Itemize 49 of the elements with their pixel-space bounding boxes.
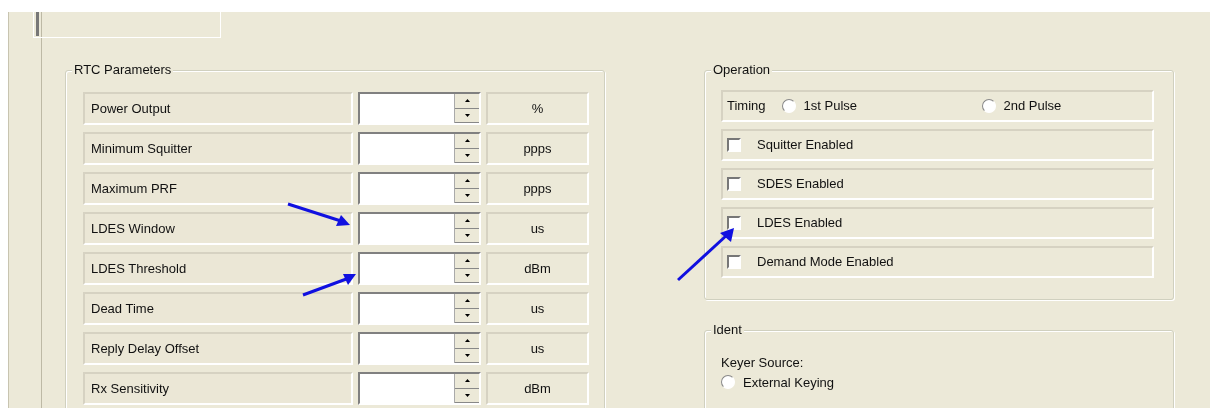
parameter-label: Rx Sensitivity	[83, 372, 353, 405]
spin-field[interactable]	[358, 372, 481, 405]
spin-field[interactable]	[358, 332, 481, 365]
up-arrow-icon	[464, 339, 470, 343]
radio-option[interactable]: 2nd Pulse	[981, 96, 1062, 116]
down-arrow-icon	[464, 233, 470, 237]
down-arrow-icon	[464, 393, 470, 397]
unit-label: us	[486, 292, 589, 325]
unit-label: dBm	[486, 252, 589, 285]
unit-label: dBm	[486, 372, 589, 405]
down-arrow-icon	[464, 353, 470, 357]
parameter-label: LDES Threshold	[83, 252, 353, 285]
unit-label: us	[486, 332, 589, 365]
unit-label: ppps	[486, 172, 589, 205]
parameter-label: Minimum Squitter	[83, 132, 353, 165]
up-arrow-icon	[464, 379, 470, 383]
parameter-label: LDES Window	[83, 212, 353, 245]
checkbox-option[interactable]: Squitter Enabled	[727, 135, 854, 155]
down-arrow-icon	[464, 313, 470, 317]
up-arrow-icon	[464, 219, 470, 223]
down-arrow-icon	[464, 153, 470, 157]
radio-option[interactable]: 1st Pulse	[781, 96, 982, 116]
unit-label: us	[486, 212, 589, 245]
spin-field[interactable]	[358, 132, 481, 165]
unit-label: %	[486, 92, 589, 125]
spin-field[interactable]	[358, 292, 481, 325]
keyer-source-label: Keyer Source:	[721, 354, 805, 372]
down-arrow-icon	[464, 113, 470, 117]
up-arrow-icon	[464, 139, 470, 143]
up-arrow-icon	[464, 259, 470, 263]
spin-field[interactable]	[358, 172, 481, 205]
up-arrow-icon	[464, 99, 470, 103]
parameter-label: Reply Delay Offset	[83, 332, 353, 365]
spin-field[interactable]	[358, 252, 481, 285]
down-arrow-icon	[464, 193, 470, 197]
parameter-label: Power Output	[83, 92, 353, 125]
group-title: Operation	[711, 62, 773, 78]
parameter-label: Maximum PRF	[83, 172, 353, 205]
spin-field[interactable]	[358, 92, 481, 125]
up-arrow-icon	[464, 179, 470, 183]
unit-label: ppps	[486, 132, 589, 165]
radio-option[interactable]: External Keying	[721, 372, 835, 392]
checkbox-option[interactable]: SDES Enabled	[727, 174, 844, 194]
down-arrow-icon	[464, 273, 470, 277]
timing-label: Timing	[727, 97, 766, 116]
parameter-label: Dead Time	[83, 292, 353, 325]
spin-field[interactable]	[358, 212, 481, 245]
checkbox-option[interactable]: LDES Enabled	[727, 213, 843, 233]
up-arrow-icon	[464, 299, 470, 303]
